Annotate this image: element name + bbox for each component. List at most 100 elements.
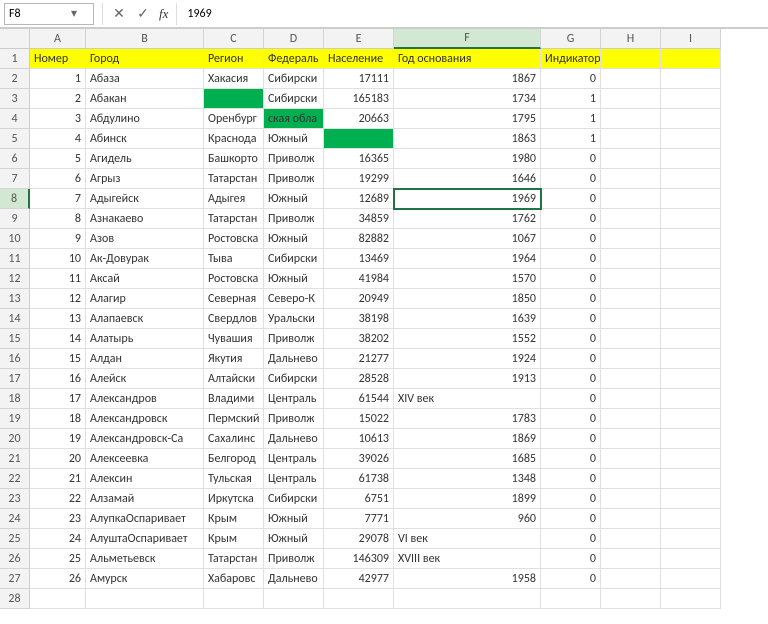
cell[interactable]: 1850: [394, 289, 541, 309]
cell[interactable]: 1: [30, 69, 86, 89]
cell[interactable]: Ростовска: [204, 229, 264, 249]
cell[interactable]: 1: [541, 89, 601, 109]
row-header[interactable]: 18: [0, 389, 30, 409]
cell[interactable]: [601, 509, 661, 529]
cell[interactable]: [601, 169, 661, 189]
row-header[interactable]: 8: [0, 189, 30, 209]
row-header[interactable]: 5: [0, 129, 30, 149]
cell[interactable]: 41984: [324, 269, 394, 289]
column-header-H[interactable]: H: [601, 29, 661, 49]
cell[interactable]: [661, 89, 721, 109]
cell[interactable]: 12: [30, 289, 86, 309]
row-header[interactable]: 3: [0, 89, 30, 109]
cell[interactable]: [601, 549, 661, 569]
column-header-A[interactable]: A: [30, 29, 86, 49]
cell[interactable]: ская обла: [264, 109, 324, 129]
header-cell[interactable]: Федераль: [264, 49, 324, 69]
cell[interactable]: 21: [30, 469, 86, 489]
cell[interactable]: 16365: [324, 149, 394, 169]
cell[interactable]: 1958: [394, 569, 541, 589]
row-header[interactable]: 9: [0, 209, 30, 229]
cell[interactable]: Ак-Довурак: [86, 249, 204, 269]
row-header[interactable]: 2: [0, 69, 30, 89]
cell[interactable]: Алтайски: [204, 369, 264, 389]
cell[interactable]: [661, 149, 721, 169]
cell[interactable]: 1685: [394, 449, 541, 469]
cell[interactable]: Пермский: [204, 409, 264, 429]
cell[interactable]: 0: [541, 429, 601, 449]
cell[interactable]: [601, 569, 661, 589]
cell[interactable]: Южный: [264, 269, 324, 289]
cell[interactable]: 0: [541, 209, 601, 229]
cell[interactable]: 0: [541, 549, 601, 569]
cell[interactable]: 17: [30, 389, 86, 409]
row-header[interactable]: 10: [0, 229, 30, 249]
cell[interactable]: Абакан: [86, 89, 204, 109]
cell[interactable]: 7: [30, 189, 86, 209]
row-header[interactable]: 14: [0, 309, 30, 329]
cell[interactable]: Дальнево: [264, 429, 324, 449]
select-all-corner[interactable]: [0, 29, 30, 49]
cell[interactable]: Сахалинс: [204, 429, 264, 449]
row-header[interactable]: 28: [0, 589, 30, 609]
header-cell[interactable]: Номер: [30, 49, 86, 69]
cell[interactable]: 28528: [324, 369, 394, 389]
cell[interactable]: [394, 589, 541, 609]
cell[interactable]: [601, 309, 661, 329]
cell[interactable]: Александровск-Са: [86, 429, 204, 449]
cell[interactable]: 1899: [394, 489, 541, 509]
cell[interactable]: VI век: [394, 529, 541, 549]
spreadsheet-grid[interactable]: ABCDEFGHI1НомерГородРегионФедеральНаселе…: [0, 28, 768, 609]
cell[interactable]: [324, 129, 394, 149]
cell[interactable]: 0: [541, 369, 601, 389]
cell[interactable]: 11: [30, 269, 86, 289]
cell[interactable]: Алексин: [86, 469, 204, 489]
cell[interactable]: Централь: [264, 449, 324, 469]
header-cell[interactable]: Год основания: [394, 49, 541, 69]
cell[interactable]: [661, 509, 721, 529]
cell[interactable]: 1067: [394, 229, 541, 249]
cell[interactable]: Тыва: [204, 249, 264, 269]
cell[interactable]: Алзамай: [86, 489, 204, 509]
cell[interactable]: 1552: [394, 329, 541, 349]
cell[interactable]: 3: [30, 109, 86, 129]
cell[interactable]: Башкорто: [204, 149, 264, 169]
cell[interactable]: 0: [541, 469, 601, 489]
cell[interactable]: 0: [541, 289, 601, 309]
cell[interactable]: 1348: [394, 469, 541, 489]
cell[interactable]: Тульская: [204, 469, 264, 489]
name-box-input[interactable]: [5, 7, 67, 21]
cell[interactable]: [601, 249, 661, 269]
cell[interactable]: Якутия: [204, 349, 264, 369]
row-header[interactable]: 19: [0, 409, 30, 429]
cell[interactable]: 19299: [324, 169, 394, 189]
cell[interactable]: [601, 69, 661, 89]
cell[interactable]: Краснода: [204, 129, 264, 149]
cell[interactable]: АлуштаОспаривает: [86, 529, 204, 549]
cell[interactable]: [601, 489, 661, 509]
cell[interactable]: 24: [30, 529, 86, 549]
cell[interactable]: 1913: [394, 369, 541, 389]
cell[interactable]: 1646: [394, 169, 541, 189]
cell[interactable]: 39026: [324, 449, 394, 469]
cell[interactable]: Южный: [264, 189, 324, 209]
cell[interactable]: 0: [541, 309, 601, 329]
cell[interactable]: Свердлов: [204, 309, 264, 329]
cell[interactable]: 0: [541, 409, 601, 429]
cell[interactable]: [601, 109, 661, 129]
cell[interactable]: 2: [30, 89, 86, 109]
cell[interactable]: 1762: [394, 209, 541, 229]
cell[interactable]: 0: [541, 349, 601, 369]
row-header[interactable]: 16: [0, 349, 30, 369]
row-header[interactable]: 12: [0, 269, 30, 289]
cell[interactable]: 10613: [324, 429, 394, 449]
cell[interactable]: Ростовска: [204, 269, 264, 289]
cell[interactable]: 19: [30, 429, 86, 449]
cell[interactable]: 15: [30, 349, 86, 369]
cell[interactable]: Алексеевка: [86, 449, 204, 469]
cell[interactable]: 42977: [324, 569, 394, 589]
cell[interactable]: 34859: [324, 209, 394, 229]
row-header[interactable]: 21: [0, 449, 30, 469]
cell[interactable]: [661, 569, 721, 589]
cell[interactable]: 1867: [394, 69, 541, 89]
